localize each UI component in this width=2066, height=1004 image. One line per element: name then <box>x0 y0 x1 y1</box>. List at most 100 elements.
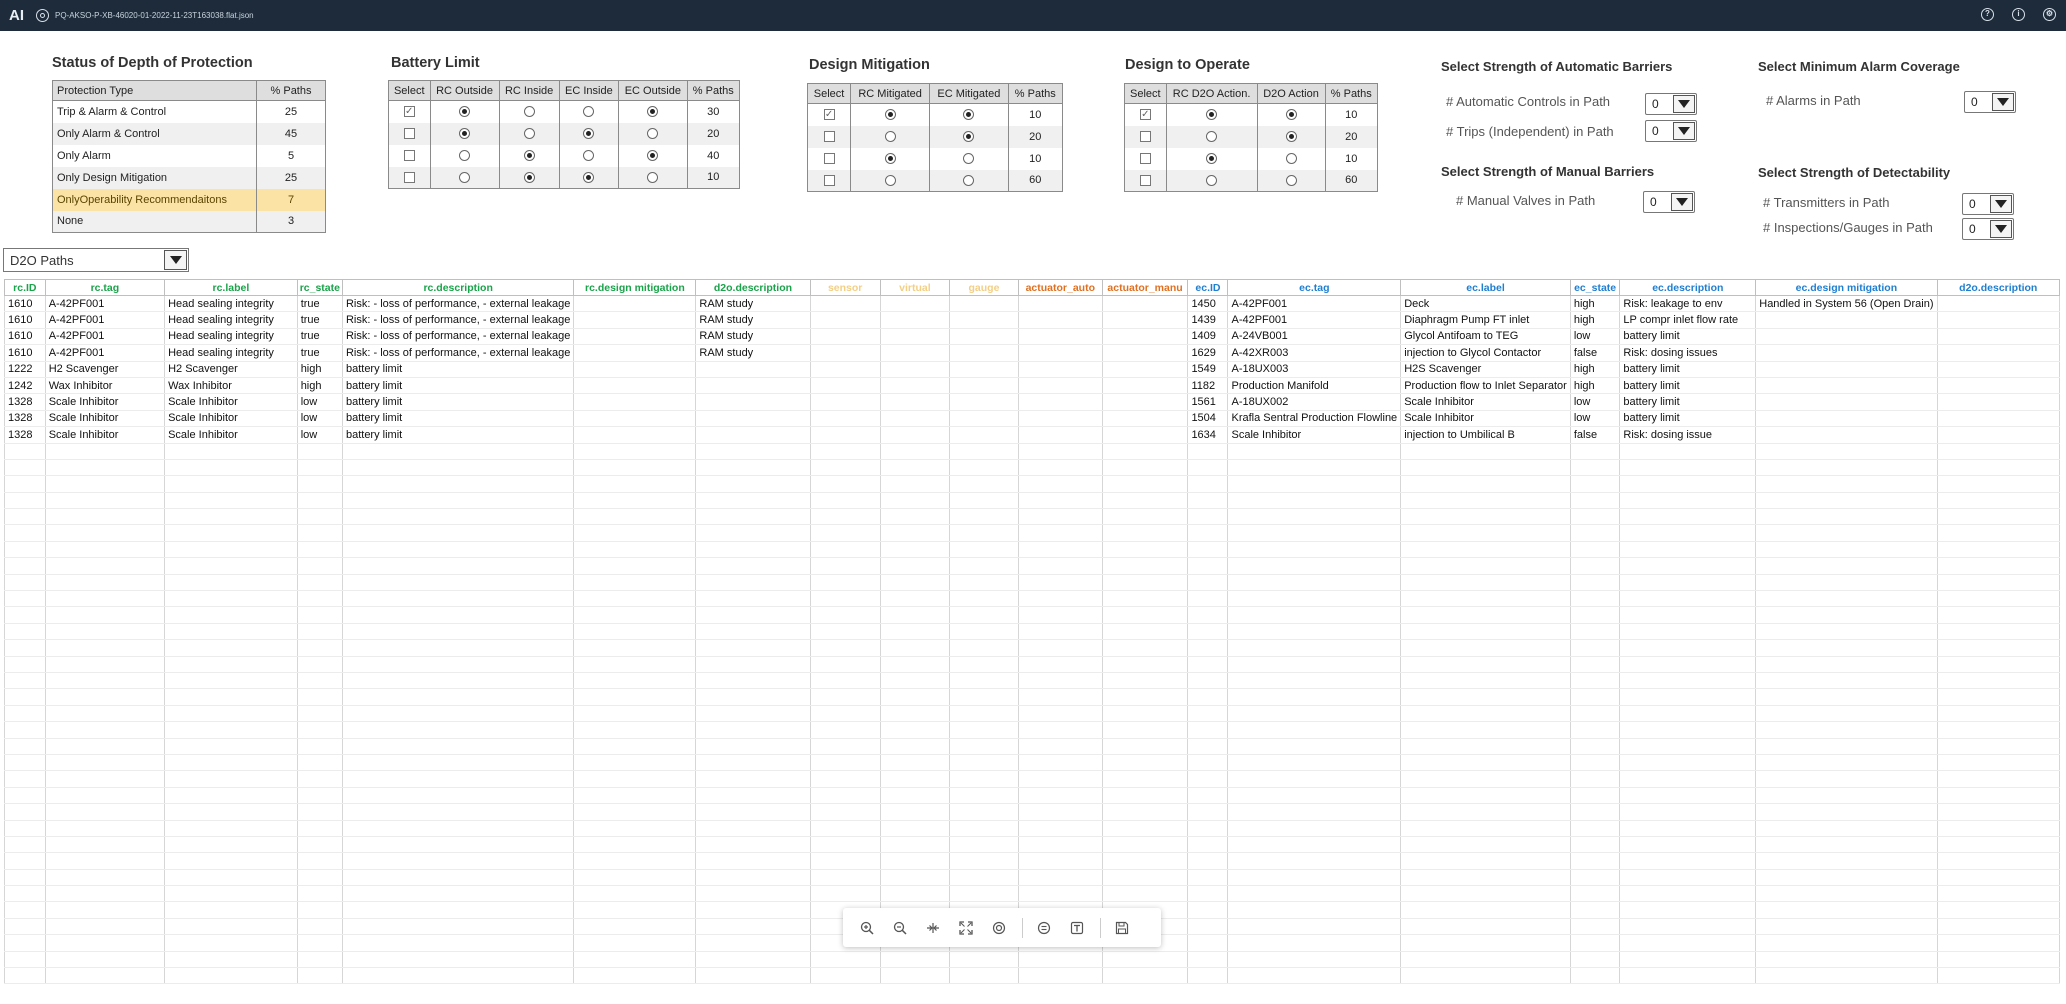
table-row[interactable] <box>4 574 2060 592</box>
rc-outside-radio[interactable] <box>459 150 471 162</box>
ec-inside-radio[interactable] <box>583 171 595 183</box>
rc-outside-radio[interactable] <box>459 171 471 183</box>
table-row[interactable] <box>4 869 2060 887</box>
manual-valves-dropdown[interactable]: 0 <box>1643 191 1695 213</box>
rc-d2o-action-radio[interactable] <box>1206 174 1218 186</box>
chevron-down-icon[interactable] <box>1673 95 1695 113</box>
table-row[interactable]: 1610 A-42PF001 Head sealing integrity true R… <box>4 311 2060 329</box>
d2o-action-radio[interactable] <box>1285 174 1297 186</box>
select-checkbox[interactable] <box>1139 153 1151 165</box>
fullscreen-icon[interactable] <box>954 916 978 940</box>
chevron-down-icon[interactable] <box>1992 93 2014 111</box>
table-row[interactable]: 1328 Scale Inhibitor Scale Inhibitor low bat… <box>4 393 2060 411</box>
settings-icon[interactable]: ⚙ <box>2043 8 2056 21</box>
grid-column-header[interactable]: actuator_auto <box>1017 279 1103 296</box>
rc-inside-radio[interactable] <box>523 150 535 162</box>
select-checkbox[interactable] <box>1139 174 1151 186</box>
list-icon[interactable] <box>1032 916 1056 940</box>
table-row[interactable] <box>4 721 2060 739</box>
grid-column-header[interactable]: ec.label <box>1400 279 1571 296</box>
grid-column-header[interactable]: rc.ID <box>4 279 46 296</box>
ec-inside-radio[interactable] <box>583 106 595 118</box>
fit-width-icon[interactable] <box>921 916 945 940</box>
chevron-down-icon[interactable] <box>1990 220 2012 238</box>
table-row[interactable] <box>4 508 2060 526</box>
select-checkbox[interactable] <box>403 171 415 183</box>
rc-inside-radio[interactable] <box>523 128 535 140</box>
table-row[interactable]: 1328 Scale Inhibitor Scale Inhibitor low bat… <box>4 410 2060 428</box>
chevron-down-icon[interactable] <box>1990 195 2012 213</box>
grid-column-header[interactable]: virtual <box>879 279 950 296</box>
table-row[interactable]: 1328 Scale Inhibitor Scale Inhibitor low bat… <box>4 426 2060 444</box>
grid-column-header[interactable]: ec.ID <box>1187 279 1229 296</box>
rc-mitigated-radio[interactable] <box>884 153 896 165</box>
protection-row[interactable]: None 3 <box>52 210 326 233</box>
table-row[interactable] <box>4 606 2060 624</box>
select-checkbox[interactable]: ✓ <box>823 109 835 121</box>
select-checkbox[interactable] <box>823 131 835 143</box>
chevron-down-icon[interactable] <box>164 250 187 270</box>
grid-column-header[interactable]: gauge <box>948 279 1019 296</box>
table-row[interactable] <box>4 656 2060 673</box>
table-row[interactable] <box>4 803 2060 821</box>
table-row[interactable] <box>4 787 2060 805</box>
select-checkbox[interactable] <box>1139 131 1151 143</box>
table-row[interactable] <box>4 590 2060 608</box>
table-row[interactable] <box>4 524 2060 542</box>
table-row[interactable] <box>4 557 2060 575</box>
select-checkbox[interactable] <box>823 174 835 186</box>
rc-inside-radio[interactable] <box>523 106 535 118</box>
rc-inside-radio[interactable] <box>523 171 535 183</box>
ec-inside-radio[interactable] <box>583 150 595 162</box>
zoom-out-icon[interactable] <box>888 916 912 940</box>
select-checkbox[interactable]: ✓ <box>403 106 415 118</box>
ec-outside-radio[interactable] <box>647 150 659 162</box>
table-row[interactable] <box>4 443 2060 460</box>
rc-d2o-action-radio[interactable] <box>1206 153 1218 165</box>
ec-mitigated-radio[interactable] <box>963 174 975 186</box>
inspections-dropdown[interactable]: 0 <box>1962 218 2014 240</box>
d2o-action-radio[interactable] <box>1285 131 1297 143</box>
zoom-in-icon[interactable] <box>855 916 879 940</box>
table-row[interactable] <box>4 951 2060 969</box>
chevron-down-icon[interactable] <box>1671 193 1693 211</box>
rc-outside-radio[interactable] <box>459 106 471 118</box>
grid-column-header[interactable]: rc.design mitigation <box>573 279 697 296</box>
grid-column-header[interactable]: d2o.description <box>695 279 811 296</box>
target-icon[interactable] <box>987 916 1011 940</box>
table-row[interactable] <box>4 705 2060 723</box>
d2o-action-radio[interactable] <box>1285 109 1297 121</box>
rc-d2o-action-radio[interactable] <box>1206 131 1218 143</box>
table-row[interactable]: 1610 A-42PF001 Head sealing integrity true R… <box>4 344 2060 362</box>
table-row[interactable] <box>4 885 2060 903</box>
table-row[interactable]: 1610 A-42PF001 Head sealing integrity true R… <box>4 328 2060 346</box>
table-row[interactable] <box>4 738 2060 755</box>
info-icon[interactable]: i <box>2012 8 2025 21</box>
d2o-action-radio[interactable] <box>1285 153 1297 165</box>
table-row[interactable] <box>4 639 2060 657</box>
protection-row[interactable]: OnlyOperability Recommendaitons 7 <box>52 188 326 211</box>
ec-outside-radio[interactable] <box>647 106 659 118</box>
help-icon[interactable]: ? <box>1981 8 1994 21</box>
table-row[interactable] <box>4 541 2060 559</box>
rc-mitigated-radio[interactable] <box>884 109 896 121</box>
table-row[interactable] <box>4 475 2060 493</box>
grid-column-header[interactable]: ec_state <box>1569 279 1621 296</box>
grid-column-header[interactable]: ec.tag <box>1227 279 1402 296</box>
table-row[interactable] <box>4 836 2060 854</box>
grid-column-header[interactable]: rc_state <box>296 279 343 296</box>
table-row[interactable] <box>4 623 2060 641</box>
rc-d2o-action-radio[interactable] <box>1206 109 1218 121</box>
grid-column-header[interactable]: ec.design mitigation <box>1755 279 1938 296</box>
table-row[interactable] <box>4 852 2060 870</box>
grid-column-header[interactable]: d2o.description <box>1936 279 2060 296</box>
table-row[interactable] <box>4 672 2060 690</box>
ec-mitigated-radio[interactable] <box>963 109 975 121</box>
table-row[interactable] <box>4 967 2060 985</box>
table-row[interactable] <box>4 492 2060 510</box>
text-icon[interactable] <box>1065 916 1089 940</box>
protection-row[interactable]: Only Alarm & Control 45 <box>52 122 326 145</box>
table-row[interactable]: 1610 A-42PF001 Head sealing integrity true R… <box>4 295 2060 313</box>
paths-type-dropdown[interactable]: D2O Paths <box>3 248 189 272</box>
select-checkbox[interactable] <box>403 128 415 140</box>
